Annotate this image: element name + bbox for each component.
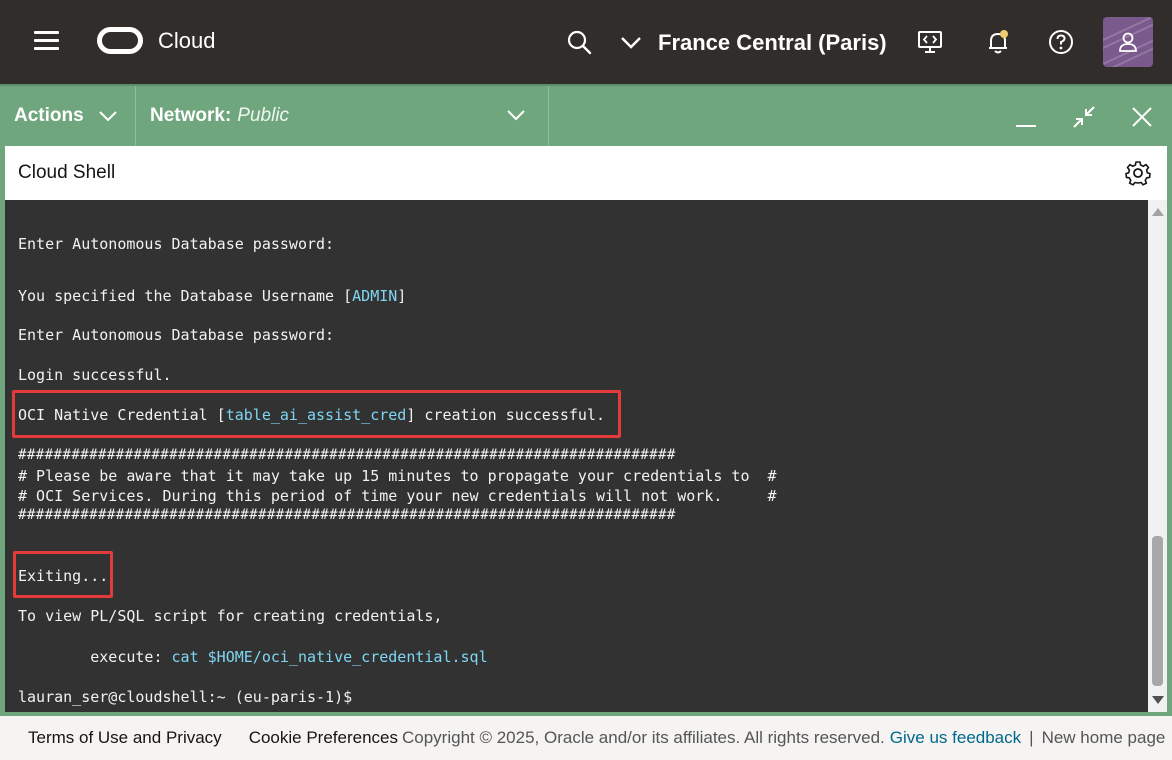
- copyright-text: Copyright © 2025, Oracle and/or its affi…: [402, 728, 885, 747]
- top-header: Cloud France Central (Paris): [0, 0, 1172, 84]
- search-icon[interactable]: [565, 28, 593, 56]
- highlight-box: [12, 390, 621, 438]
- terminal-line: execute: cat $HOME/oci_native_credential…: [18, 648, 488, 666]
- scroll-up-icon[interactable]: [1152, 208, 1164, 216]
- highlight-box: [13, 551, 113, 598]
- user-avatar[interactable]: [1103, 17, 1153, 67]
- terminal-line: ########################################…: [18, 447, 676, 463]
- cloud-shell-titlebar: Cloud Shell: [5, 146, 1167, 200]
- notifications-bell-icon[interactable]: [984, 28, 1012, 56]
- gear-icon[interactable]: [1125, 160, 1151, 186]
- terminal-line: To view PL/SQL script for creating crede…: [18, 607, 443, 625]
- terms-link[interactable]: Terms of Use and Privacy: [28, 728, 222, 748]
- close-icon[interactable]: [1127, 102, 1157, 132]
- menu-icon[interactable]: [34, 31, 59, 51]
- terminal-line: Enter Autonomous Database password:: [18, 235, 335, 253]
- cloud-shell-title: Cloud Shell: [18, 162, 116, 183]
- chevron-down-icon: [621, 37, 641, 49]
- terminal-line: ########################################…: [18, 507, 676, 523]
- developer-tools-icon[interactable]: [916, 28, 944, 56]
- terminal-scrollbar[interactable]: [1148, 200, 1167, 712]
- scroll-down-icon[interactable]: [1152, 696, 1164, 704]
- chevron-down-icon: [98, 111, 117, 122]
- terminal-line: Enter Autonomous Database password:: [18, 326, 335, 344]
- region-selector[interactable]: France Central (Paris): [620, 28, 887, 58]
- new-home-page-link[interactable]: New home page: [1042, 728, 1166, 748]
- minimize-icon[interactable]: [1011, 102, 1041, 132]
- network-value: Public: [237, 105, 290, 126]
- terminal-line: # OCI Services. During this period of ti…: [18, 487, 777, 505]
- oracle-logo-icon[interactable]: [97, 27, 143, 54]
- network-selector[interactable]: Network: Public: [136, 86, 549, 146]
- brand-title[interactable]: Cloud: [158, 28, 215, 54]
- scrollbar-thumb[interactable]: [1152, 536, 1163, 686]
- terminal-line: You specified the Database Username [ADM…: [18, 287, 407, 305]
- terminal-line: # Please be aware that it may take up 15…: [18, 467, 777, 485]
- user-icon: [1119, 32, 1137, 52]
- restore-icon[interactable]: [1069, 102, 1099, 132]
- cloud-shell-toolbar: Actions Network: Public: [0, 84, 1172, 146]
- terminal-prompt: lauran_ser@cloudshell:~ (eu-paris-1)$: [18, 688, 353, 706]
- chevron-down-icon: [507, 110, 525, 121]
- footer-separator: |: [1029, 728, 1034, 747]
- actions-menu-button[interactable]: Actions: [0, 86, 136, 146]
- cloud-shell-panel: Cloud Shell Enter Autonomous Database pa…: [0, 146, 1172, 716]
- feedback-link[interactable]: Give us feedback: [890, 728, 1021, 748]
- network-label: Network:: [150, 105, 232, 126]
- terminal-output[interactable]: Enter Autonomous Database password: You …: [5, 200, 1148, 712]
- region-label: France Central (Paris): [658, 30, 887, 55]
- cookie-preferences-link[interactable]: Cookie Preferences: [249, 728, 398, 748]
- page-footer: Terms of Use and Privacy Cookie Preferen…: [0, 716, 1172, 760]
- actions-label: Actions: [14, 105, 84, 126]
- help-icon[interactable]: [1047, 28, 1075, 56]
- terminal-line: Login successful.: [18, 366, 172, 384]
